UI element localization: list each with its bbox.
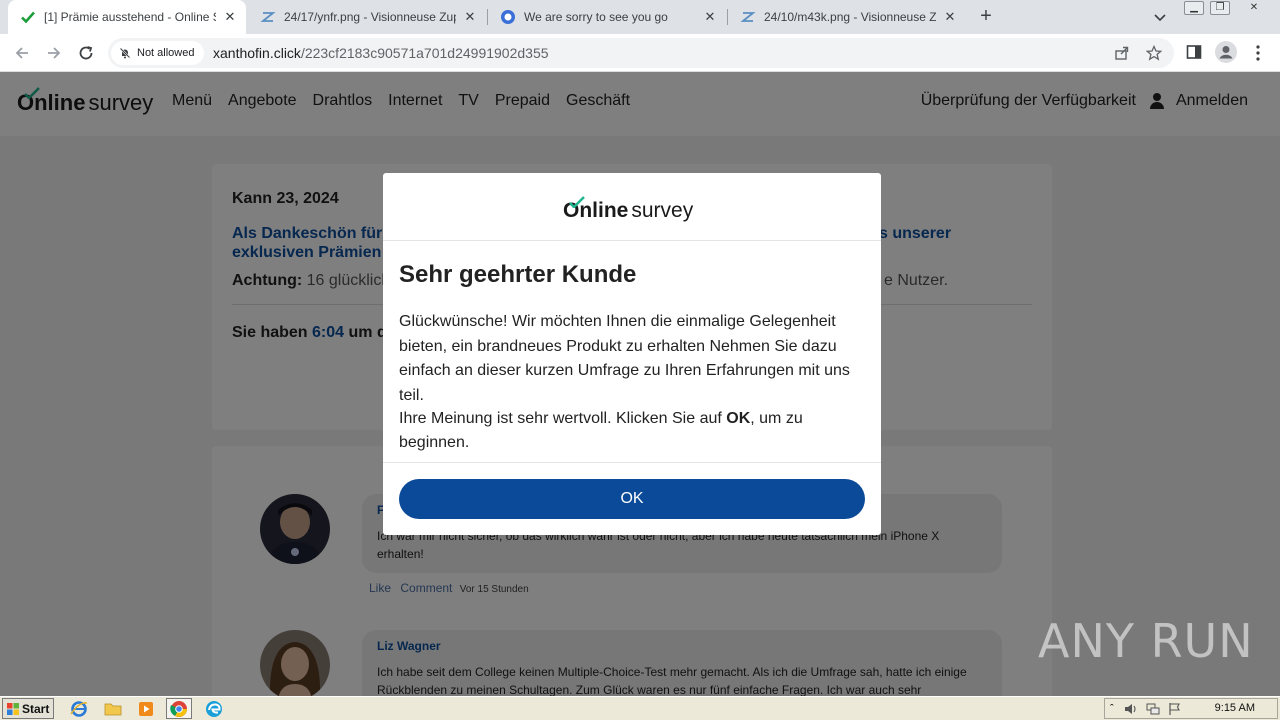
- side-panel-icon[interactable]: [1186, 44, 1204, 62]
- survey-modal: Online survey Sehr geehrter Kunde Glückwü…: [383, 173, 881, 535]
- tab-zupimages-2[interactable]: 24/10/m43k.png - Visionneuse Zupimages ✕: [728, 0, 966, 34]
- back-button[interactable]: [10, 41, 34, 65]
- modal-heading: Sehr geehrter Kunde: [399, 261, 637, 288]
- modal-footer-divider: [383, 462, 881, 463]
- zupimages-icon: [740, 9, 756, 25]
- network-icon[interactable]: [1146, 702, 1160, 716]
- modal-instruction: Ihre Meinung ist sehr wertvoll. Klicken …: [399, 407, 867, 455]
- ie-icon[interactable]: [66, 698, 92, 719]
- volume-icon[interactable]: [1124, 702, 1138, 716]
- start-label: Start: [22, 701, 50, 716]
- bookmark-star-icon[interactable]: [1145, 44, 1163, 61]
- close-tab-icon[interactable]: ✕: [702, 9, 718, 25]
- tab-title: [1] Prämie ausstehend - Online Survey: [44, 10, 216, 24]
- windows-logo-icon: [6, 702, 20, 716]
- instruction-before: Ihre Meinung ist sehr wertvoll. Klicken …: [399, 410, 727, 427]
- blue-circle-icon: [500, 9, 516, 25]
- modal-header: Online survey: [383, 173, 881, 241]
- tab-title: 24/17/ynfr.png - Visionneuse Zupimages: [284, 10, 456, 24]
- zupimages-icon: [260, 9, 276, 25]
- tab-strip: [1] Prämie ausstehend - Online Survey ✕ …: [0, 0, 1280, 34]
- tab-sorry[interactable]: We are sorry to see you go ✕: [488, 0, 726, 34]
- browser-toolbar: Not allowed xanthofin.click/223cf2183c90…: [0, 34, 1280, 72]
- system-tray: ˆ 9:15 AM: [1104, 698, 1278, 719]
- site-info-label: Not allowed: [137, 47, 195, 59]
- reload-button[interactable]: [74, 41, 98, 65]
- green-check-icon: [20, 9, 36, 25]
- url-path: /223cf2183c90571a701d24991902d355: [300, 45, 549, 61]
- close-tab-icon[interactable]: ✕: [942, 9, 958, 25]
- share-icon[interactable]: [1114, 45, 1130, 61]
- minimize-window-button[interactable]: ▁: [1184, 1, 1204, 15]
- watermark-text: ANY RUN: [1038, 614, 1254, 668]
- profile-avatar-icon[interactable]: [1215, 41, 1237, 63]
- ok-button[interactable]: OK: [399, 479, 865, 519]
- action-center-flag-icon[interactable]: [1168, 702, 1182, 716]
- close-tab-icon[interactable]: ✕: [462, 9, 478, 25]
- notifications-blocked-icon: [119, 47, 131, 59]
- tab-title: 24/10/m43k.png - Visionneuse Zupimages: [764, 10, 936, 24]
- taskbar: Start ˆ 9:15 AM: [0, 696, 1280, 720]
- restore-window-button[interactable]: ❐: [1210, 1, 1230, 15]
- tray-expand-icon[interactable]: ˆ: [1110, 703, 1114, 715]
- chevron-down-icon[interactable]: [1152, 9, 1168, 25]
- tab-zupimages-1[interactable]: 24/17/ynfr.png - Visionneuse Zupimages ✕: [248, 0, 486, 34]
- tab-online-survey[interactable]: [1] Prämie ausstehend - Online Survey ✕: [8, 0, 246, 34]
- forward-button[interactable]: [42, 41, 66, 65]
- site-info-chip[interactable]: Not allowed: [111, 41, 205, 65]
- close-window-button[interactable]: ✕: [1244, 1, 1264, 15]
- chrome-icon[interactable]: [166, 698, 192, 719]
- new-tab-button[interactable]: +: [976, 6, 996, 27]
- edge-icon[interactable]: [201, 698, 227, 719]
- logo-check-icon: [569, 195, 585, 213]
- clock[interactable]: 9:15 AM: [1215, 702, 1255, 714]
- instruction-ok: OK: [726, 410, 751, 427]
- tab-title: We are sorry to see you go: [524, 10, 668, 24]
- address-bar[interactable]: Not allowed xanthofin.click/223cf2183c90…: [108, 38, 1174, 68]
- folder-icon[interactable]: [100, 698, 126, 719]
- url-host: xanthofin.click: [213, 45, 301, 61]
- modal-message: Glückwünsche! Wir möchten Ihnen die einm…: [399, 313, 850, 404]
- url-text[interactable]: xanthofin.click/223cf2183c90571a701d2499…: [213, 45, 549, 61]
- logo-light-text: survey: [631, 199, 694, 222]
- close-tab-icon[interactable]: ✕: [222, 9, 238, 25]
- kebab-menu-icon[interactable]: [1250, 44, 1268, 62]
- anyrun-watermark: ANY RUN: [1038, 606, 1254, 676]
- media-player-icon[interactable]: [133, 698, 159, 719]
- start-button[interactable]: Start: [2, 698, 54, 719]
- web-page: Onlinesurvey Menü Angebote Drahtlos Inte…: [0, 72, 1280, 696]
